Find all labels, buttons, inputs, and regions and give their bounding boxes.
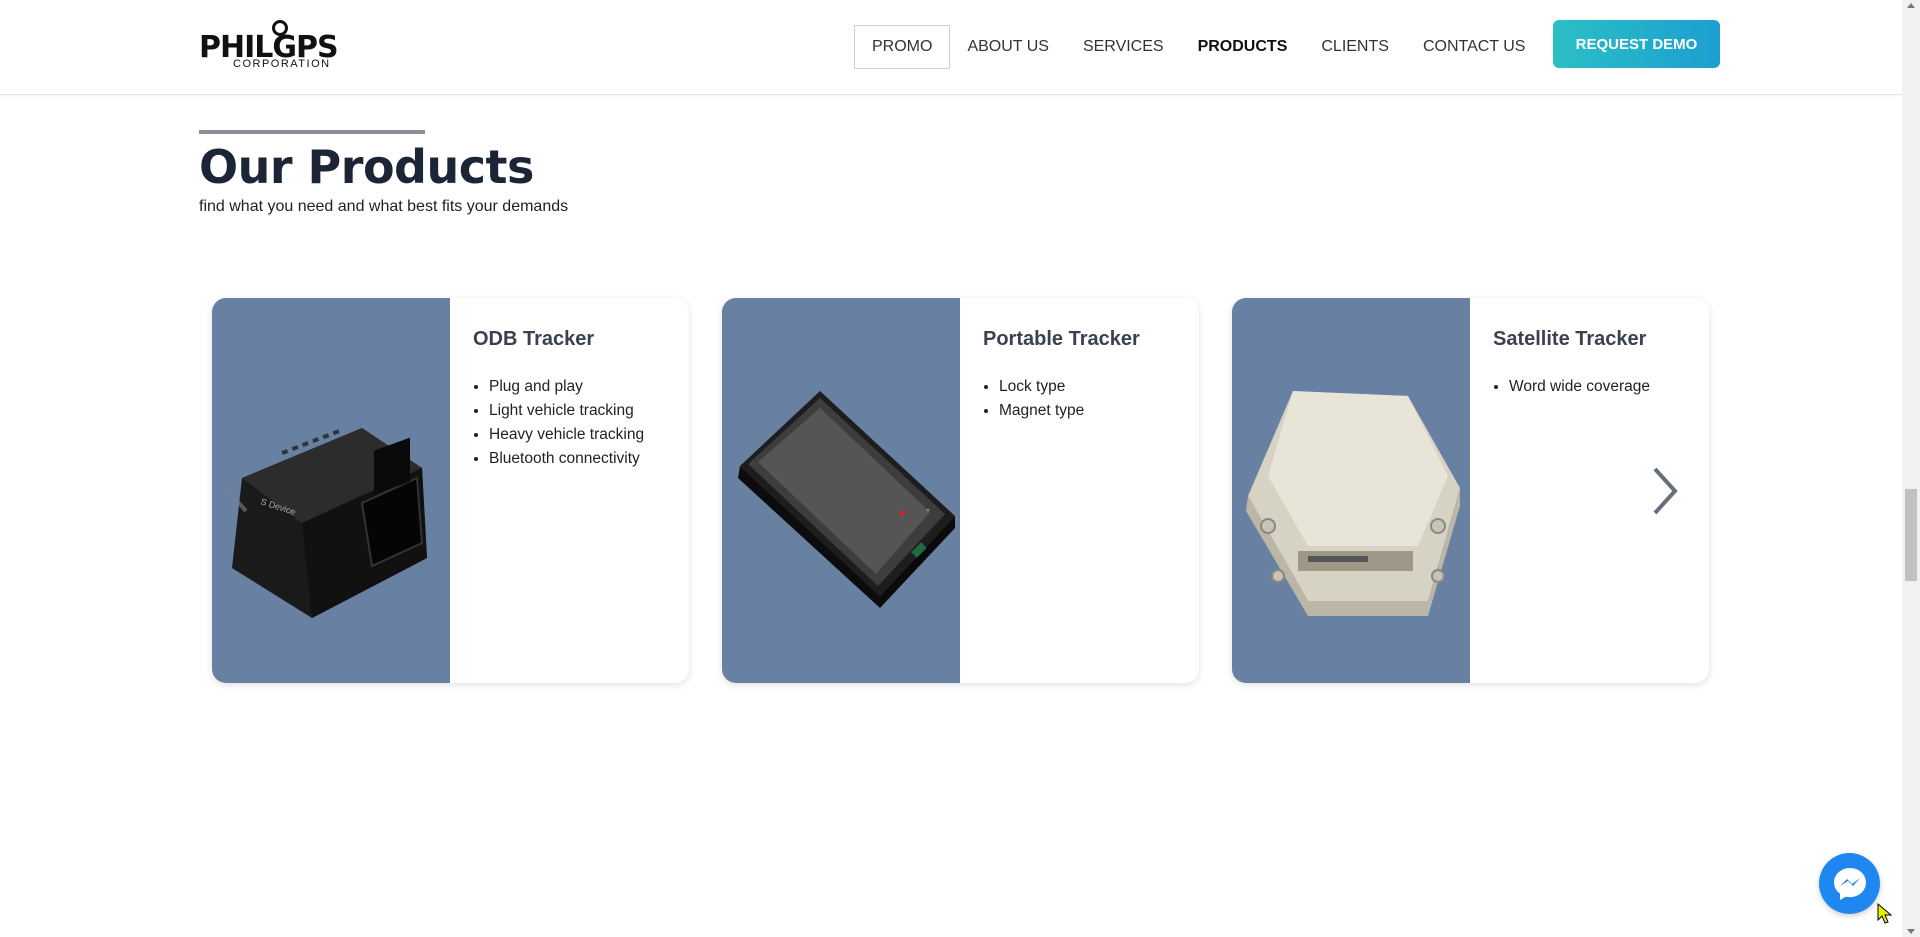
chevron-left-icon[interactable]	[222, 468, 252, 514]
nav-about-us[interactable]: ABOUT US	[950, 25, 1066, 69]
nav-services[interactable]: SERVICES	[1066, 25, 1181, 69]
chevron-right-icon[interactable]	[1650, 466, 1680, 516]
product-card[interactable]: Satellite Tracker Word wide coverage	[1232, 298, 1709, 683]
nav-promo[interactable]: PROMO	[854, 25, 951, 69]
product-title: Satellite Tracker	[1493, 328, 1647, 350]
scroll-down-arrow-icon[interactable]	[1907, 929, 1915, 934]
feature-item: Plug and play	[489, 375, 669, 399]
logo-subtitle: CORPORATION	[233, 58, 331, 70]
nav-products[interactable]: PRODUCTS	[1181, 25, 1305, 69]
scroll-up-arrow-icon[interactable]	[1907, 3, 1915, 8]
title-accent-line	[199, 130, 425, 134]
product-card-body: ODB Tracker Plug and play Light vehicle …	[450, 298, 689, 683]
feature-list: Word wide coverage	[1493, 375, 1689, 399]
nav-contact-us[interactable]: CONTACT US	[1406, 25, 1543, 69]
feature-item: Bluetooth connectivity	[489, 447, 669, 471]
product-card[interactable]: Portable Tracker Lock type Magnet type	[722, 298, 1199, 683]
satellite-tracker-image	[1232, 298, 1470, 683]
feature-list: Lock type Magnet type	[983, 375, 1179, 423]
feature-item: Heavy vehicle tracking	[489, 423, 669, 447]
philgps-logo[interactable]: PHILGPS CORPORATION	[199, 20, 364, 72]
product-card-body: Portable Tracker Lock type Magnet type	[960, 298, 1199, 683]
map-pin-icon	[272, 20, 288, 36]
request-demo-button[interactable]: REQUEST DEMO	[1553, 20, 1720, 68]
feature-list: Plug and play Light vehicle tracking Hea…	[473, 375, 669, 471]
site-header: PHILGPS CORPORATION PROMO ABOUT US SERVI…	[0, 0, 1902, 95]
section-title: Our Products	[199, 140, 534, 194]
scroll-thumb[interactable]	[1905, 489, 1917, 581]
messenger-chat-button[interactable]	[1819, 853, 1880, 914]
product-title: Portable Tracker	[983, 328, 1140, 350]
product-card[interactable]: S Device ODB Tracker Plug and play Light…	[212, 298, 689, 683]
section-subtitle: find what you need and what best fits yo…	[199, 198, 569, 215]
feature-item: Word wide coverage	[1509, 375, 1689, 399]
feature-item: Light vehicle tracking	[489, 399, 669, 423]
product-title: ODB Tracker	[473, 328, 595, 350]
portable-tracker-image	[722, 298, 960, 683]
page-scrollbar[interactable]	[1902, 0, 1920, 937]
nav-clients[interactable]: CLIENTS	[1304, 25, 1406, 69]
feature-item: Magnet type	[999, 399, 1179, 423]
feature-item: Lock type	[999, 375, 1179, 399]
messenger-icon	[1833, 867, 1866, 900]
main-nav: PROMO ABOUT US SERVICES PRODUCTS CLIENTS…	[854, 25, 1542, 69]
mouse-cursor-icon	[1877, 902, 1893, 925]
